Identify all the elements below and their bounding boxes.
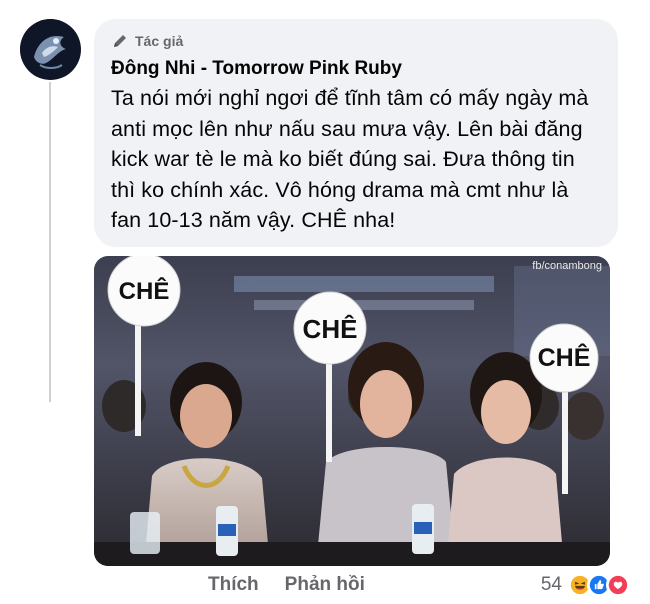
comment-text: Ta nói mới nghỉ ngơi để tĩnh tâm có mấy … [111, 86, 589, 232]
photo-watermark: fb/conambong [532, 260, 602, 272]
thread-line [49, 82, 51, 402]
comment-actions: Thích Phản hồi [208, 574, 365, 596]
author-avatar[interactable] [20, 19, 81, 80]
badge-label: Tác giả [135, 33, 184, 49]
avatar-image [20, 19, 80, 79]
love-icon [606, 573, 630, 597]
like-button[interactable]: Thích [208, 574, 259, 596]
paddle-sign-center: CHÊ [302, 314, 358, 344]
author-badge: Tác giả [111, 31, 602, 51]
comment-bubble: Tác giả Đông Nhi - Tomorrow Pink Ruby Ta… [94, 19, 618, 247]
paddle-sign-right: CHÊ [537, 344, 591, 372]
pencil-icon [114, 35, 126, 47]
paddle-sign-left: CHÊ [118, 278, 170, 305]
author-name-link[interactable]: Đông Nhi - Tomorrow Pink Ruby [111, 58, 602, 80]
reply-button[interactable]: Phản hồi [285, 574, 365, 596]
reaction-summary[interactable]: 54 [540, 570, 630, 600]
reaction-count: 54 [540, 574, 562, 595]
comment-photo[interactable]: CHÊ CHÊ CHÊ fb/conambong [94, 256, 610, 566]
